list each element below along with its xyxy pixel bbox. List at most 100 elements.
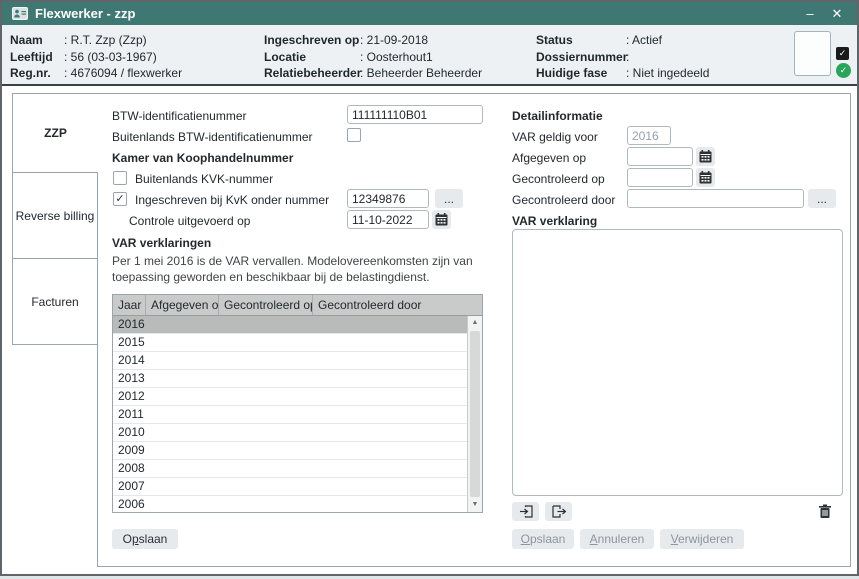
- empty-cell: [146, 388, 219, 405]
- buitenlands-btw-checkbox[interactable]: [347, 128, 361, 142]
- kvk-section-header: Kamer van Koophandelnummer: [112, 151, 293, 165]
- var-verklaring-label: VAR verklaring: [512, 214, 597, 228]
- photo-placeholder: [794, 31, 831, 76]
- tab-facturen[interactable]: Facturen: [12, 258, 97, 345]
- checked-checkbox-icon[interactable]: ✓: [836, 47, 849, 60]
- controle-datum-input[interactable]: [347, 210, 429, 229]
- contact-card-icon: [12, 7, 28, 20]
- afgegeven-calendar-button[interactable]: [696, 147, 715, 166]
- close-button[interactable]: ✕: [827, 6, 847, 22]
- empty-cell: [146, 460, 219, 477]
- empty-cell: [313, 406, 467, 423]
- table-row[interactable]: 2016: [113, 316, 467, 334]
- tab-reverse-billing[interactable]: Reverse billing: [12, 172, 97, 259]
- table-row[interactable]: 2009: [113, 442, 467, 460]
- jaar-cell: 2008: [113, 460, 146, 477]
- export-icon: [552, 505, 566, 518]
- empty-cell: [313, 316, 467, 333]
- gecontroleerd-op-input[interactable]: [627, 168, 693, 187]
- empty-cell: [146, 370, 219, 387]
- var-verklaring-textarea[interactable]: [512, 229, 843, 496]
- jaar-cell: 2007: [113, 478, 146, 495]
- delete-button[interactable]: [814, 502, 836, 521]
- ingeschreven-kvk-checkbox[interactable]: ✓: [113, 192, 127, 206]
- btw-input[interactable]: [347, 105, 483, 124]
- gecontroleerd-calendar-button[interactable]: [696, 168, 715, 187]
- buitenlands-kvk-checkbox[interactable]: [113, 171, 127, 185]
- opslaan-right-button[interactable]: Opslaan: [512, 529, 574, 549]
- afgegeven-op-input[interactable]: [627, 147, 693, 166]
- regnr-value: : 4676094 / flexwerker: [64, 65, 182, 82]
- buitenlands-kvk-label: Buitenlands KVK-nummer: [135, 172, 273, 186]
- empty-cell: [146, 442, 219, 459]
- status-label: Status: [536, 32, 626, 49]
- empty-cell: [219, 388, 313, 405]
- jaar-cell: 2010: [113, 424, 146, 441]
- empty-cell: [313, 478, 467, 495]
- locatie-value: : Oosterhout1: [360, 49, 433, 66]
- kvk-nummer-input[interactable]: [347, 189, 429, 208]
- empty-cell: [313, 460, 467, 477]
- empty-cell: [146, 424, 219, 441]
- col-jaar[interactable]: Jaar: [113, 295, 146, 315]
- col-gecontroleerd-op[interactable]: Gecontroleerd op: [219, 295, 313, 315]
- locatie-label: Locatie: [264, 49, 360, 66]
- ingeschreven-op-value: : 21-09-2018: [360, 32, 428, 49]
- table-row[interactable]: 2013: [113, 370, 467, 388]
- empty-cell: [219, 406, 313, 423]
- verwijderen-button[interactable]: Verwijderen: [660, 529, 744, 549]
- empty-cell: [313, 388, 467, 405]
- naam-label: Naam: [10, 32, 64, 49]
- col-gecontroleerd-door[interactable]: Gecontroleerd door: [313, 295, 482, 315]
- table-row[interactable]: 2012: [113, 388, 467, 406]
- empty-cell: [313, 370, 467, 387]
- table-row[interactable]: 2011: [113, 406, 467, 424]
- status-ok-icon: ✓: [836, 63, 851, 78]
- controle-calendar-button[interactable]: [432, 210, 451, 229]
- minimize-button[interactable]: –: [800, 6, 820, 21]
- table-row[interactable]: 2014: [113, 352, 467, 370]
- gecontroleerd-door-ellipsis-button[interactable]: ...: [808, 189, 836, 208]
- relatiebeheerder-value: : Beheerder Beheerder: [360, 65, 482, 82]
- table-row[interactable]: 2010: [113, 424, 467, 442]
- kvk-lookup-ellipsis-button[interactable]: ...: [435, 189, 463, 208]
- opslaan-left-button[interactable]: Opslaan: [112, 529, 178, 549]
- jaar-cell: 2014: [113, 352, 146, 369]
- scroll-down-icon[interactable]: ▼: [468, 498, 482, 512]
- gecontroleerd-op-label: Gecontroleerd op: [512, 172, 605, 186]
- dossiernummer-value: :: [626, 49, 629, 66]
- empty-cell: [313, 424, 467, 441]
- tab-zzp[interactable]: ZZP: [12, 93, 98, 173]
- regnr-label: Reg.nr.: [10, 65, 64, 82]
- annuleren-button[interactable]: Annuleren: [580, 529, 654, 549]
- naam-value: : R.T. Zzp (Zzp): [64, 32, 147, 49]
- empty-cell: [219, 352, 313, 369]
- jaar-cell: 2013: [113, 370, 146, 387]
- person-info-header: Naam: R.T. Zzp (Zzp) Leeftijd: 56 (03-03…: [2, 25, 857, 86]
- table-row[interactable]: 2015: [113, 334, 467, 352]
- huidige-fase-label: Huidige fase: [536, 65, 626, 82]
- ingeschreven-op-label: Ingeschreven op: [264, 32, 360, 49]
- calendar-icon: [435, 213, 448, 226]
- scroll-up-icon[interactable]: ▲: [468, 316, 482, 330]
- export-button[interactable]: [545, 502, 572, 521]
- jaar-cell: 2016: [113, 316, 146, 333]
- table-row[interactable]: 2008: [113, 460, 467, 478]
- col-afgegeven-op[interactable]: Afgegeven op: [146, 295, 219, 315]
- afgegeven-op-label: Afgegeven op: [512, 151, 586, 165]
- empty-cell: [146, 334, 219, 351]
- gecontroleerd-door-input[interactable]: [627, 189, 804, 208]
- var-note: Per 1 mei 2016 is de VAR vervallen. Mode…: [112, 253, 484, 285]
- var-table-scrollbar[interactable]: ▲ ▼: [467, 316, 482, 512]
- buitenlands-btw-label: Buitenlands BTW-identificatienummer: [112, 130, 313, 144]
- scroll-thumb[interactable]: [470, 331, 480, 497]
- flexwerker-window: Flexwerker - zzp – ✕ Naam: R.T. Zzp (Zzp…: [0, 0, 859, 576]
- var-geldig-input: [627, 126, 671, 145]
- var-verklaringen-header: VAR verklaringen: [112, 236, 211, 250]
- table-row[interactable]: 2007: [113, 478, 467, 496]
- import-button[interactable]: [512, 502, 539, 521]
- var-table-header: Jaar Afgegeven op Gecontroleerd op Gecon…: [113, 295, 482, 316]
- table-row[interactable]: 2006: [113, 496, 467, 513]
- huidige-fase-value: : Niet ingedeeld: [626, 65, 709, 82]
- detailinformatie-header: Detailinformatie: [512, 109, 603, 123]
